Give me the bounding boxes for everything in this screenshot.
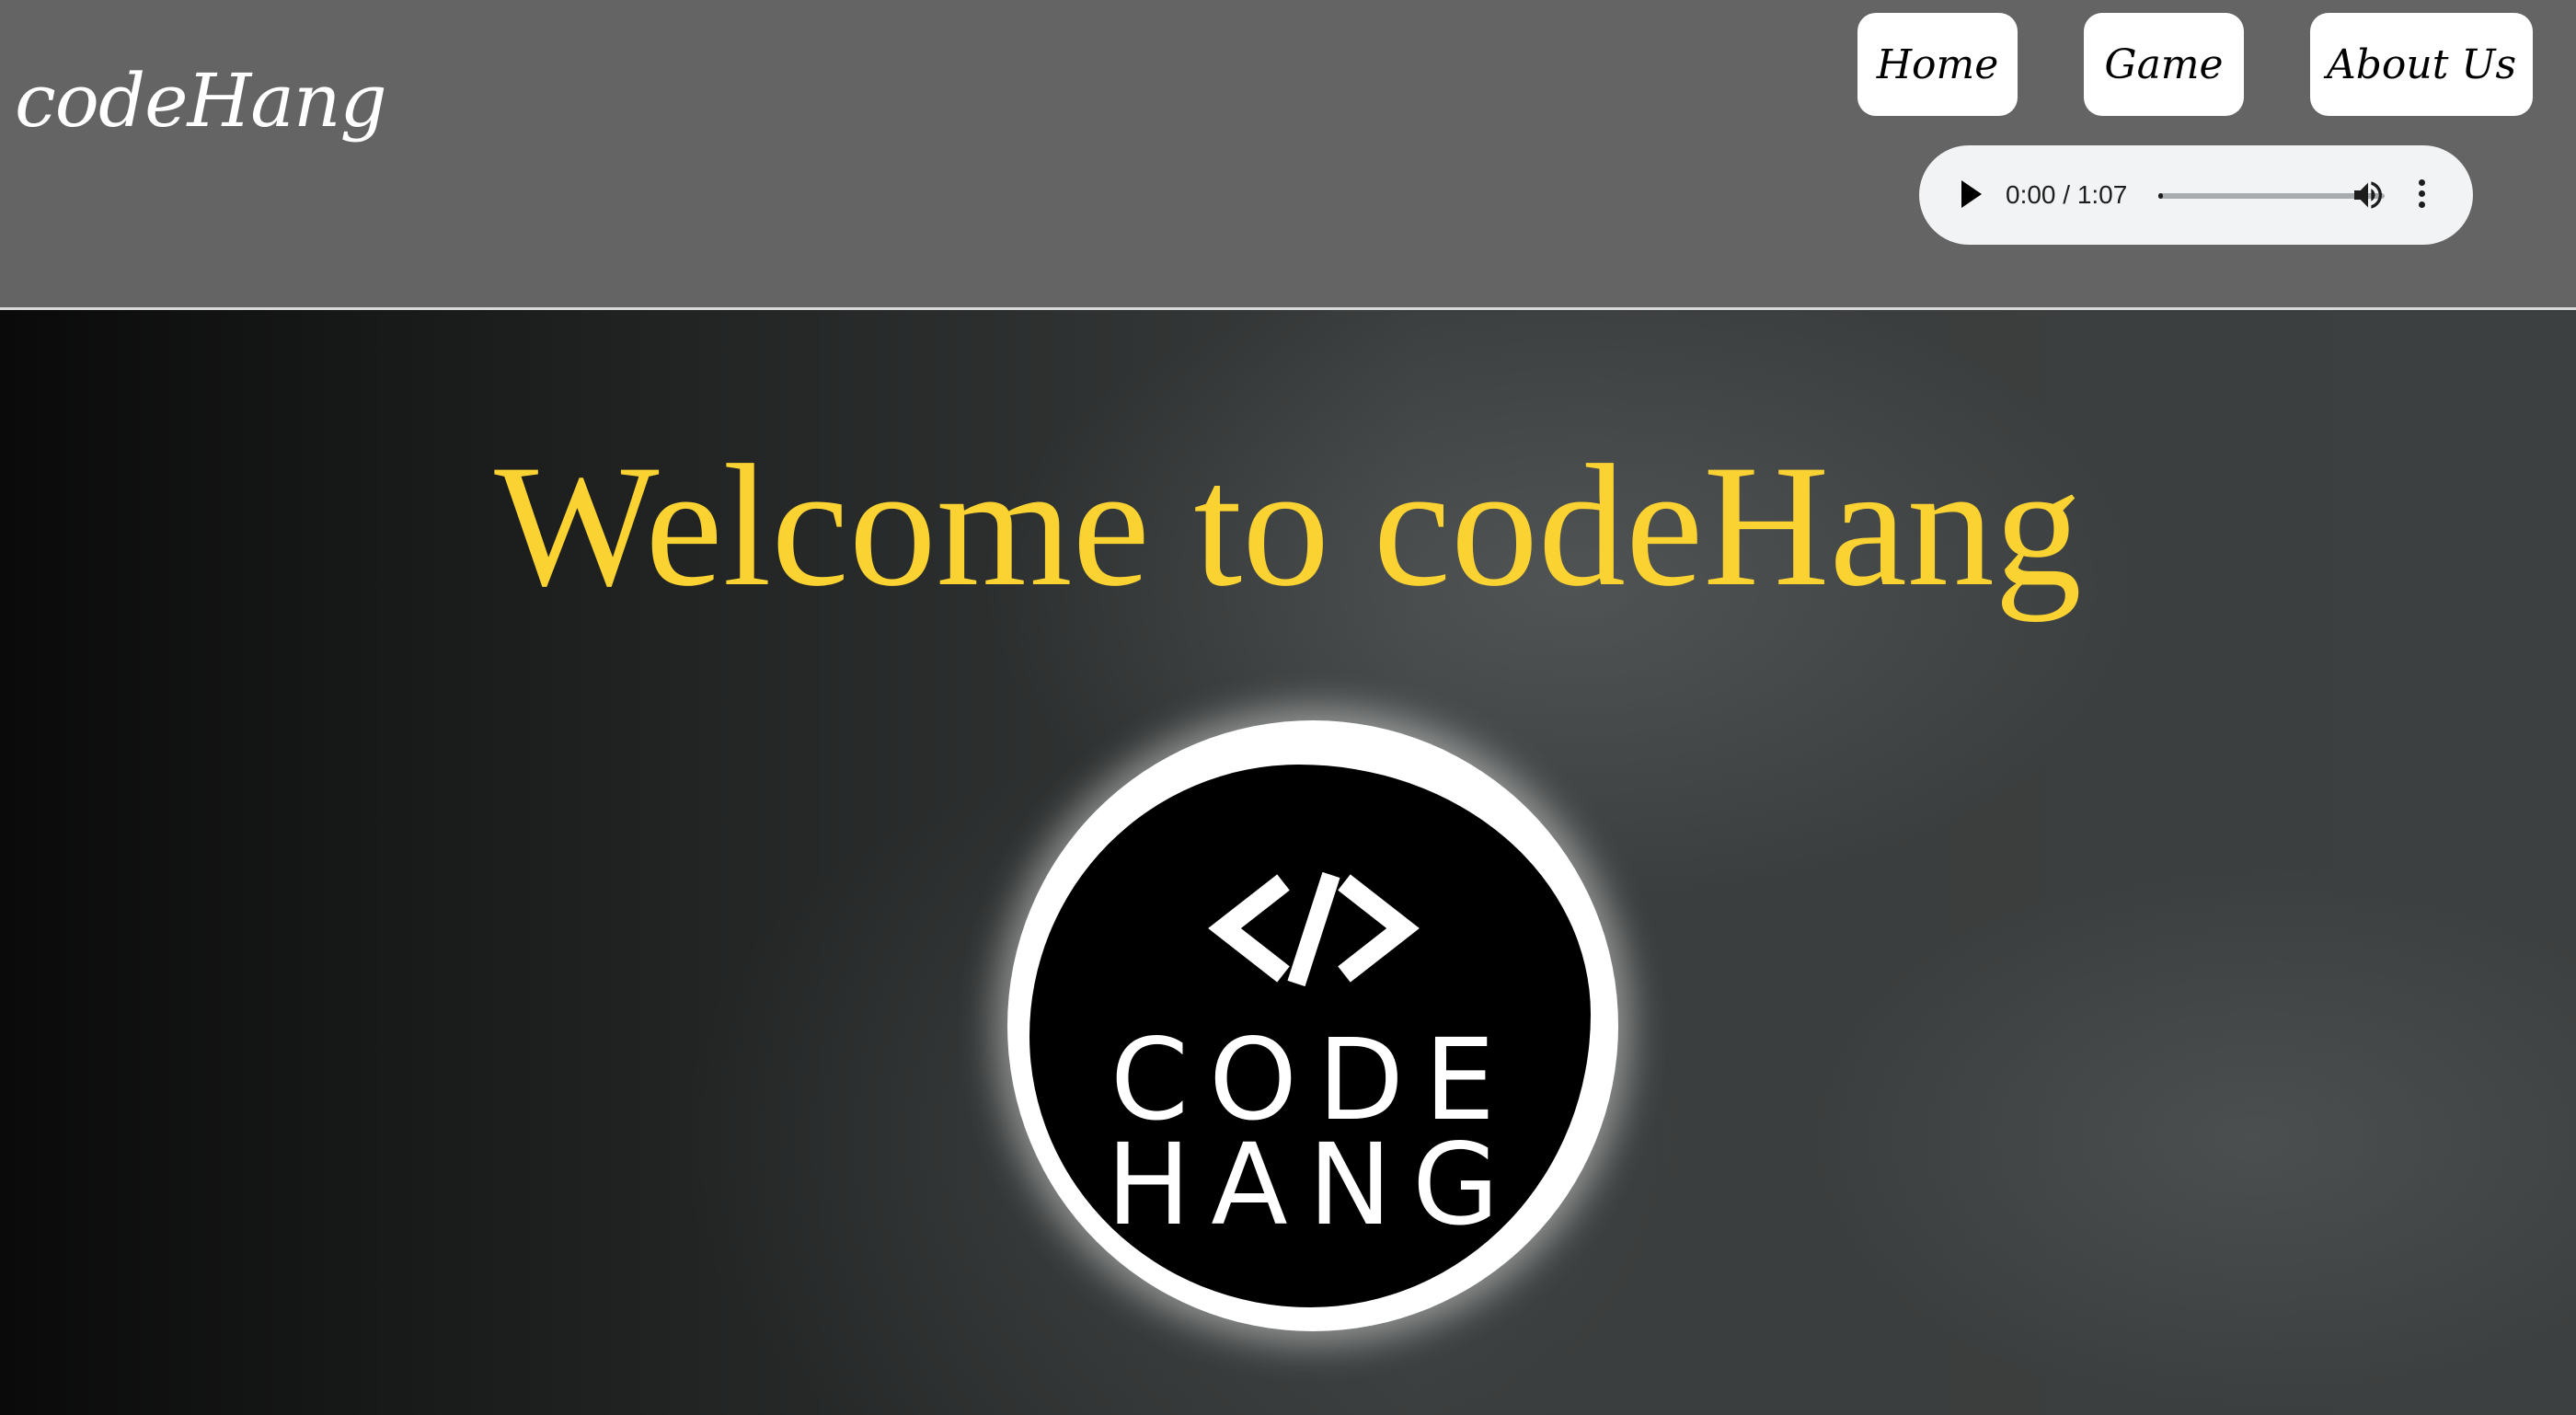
- hero-section: Welcome to codeHang CODE HANG: [0, 310, 2576, 1415]
- audio-progress-fill: [2158, 193, 2163, 199]
- audio-player: 0:00 / 1:07: [1919, 145, 2473, 245]
- nav-about-us-button[interactable]: About Us: [2310, 13, 2533, 116]
- volume-icon[interactable]: [2350, 177, 2386, 213]
- play-icon[interactable]: [1961, 180, 1982, 208]
- audio-time-display: 0:00 / 1:07: [2006, 180, 2128, 209]
- badge-text-hang: HANG: [1106, 1120, 1520, 1250]
- site-logo[interactable]: codeHang: [15, 64, 387, 138]
- nav-home-button[interactable]: Home: [1857, 13, 2018, 116]
- site-header: codeHang Home Game About Us 0:00 / 1:07: [0, 0, 2576, 310]
- codehang-logo-badge: CODE HANG: [1007, 720, 1618, 1331]
- welcome-headline: Welcome to codeHang: [494, 430, 2082, 623]
- more-options-icon[interactable]: [2414, 177, 2429, 213]
- nav-game-button[interactable]: Game: [2084, 13, 2244, 116]
